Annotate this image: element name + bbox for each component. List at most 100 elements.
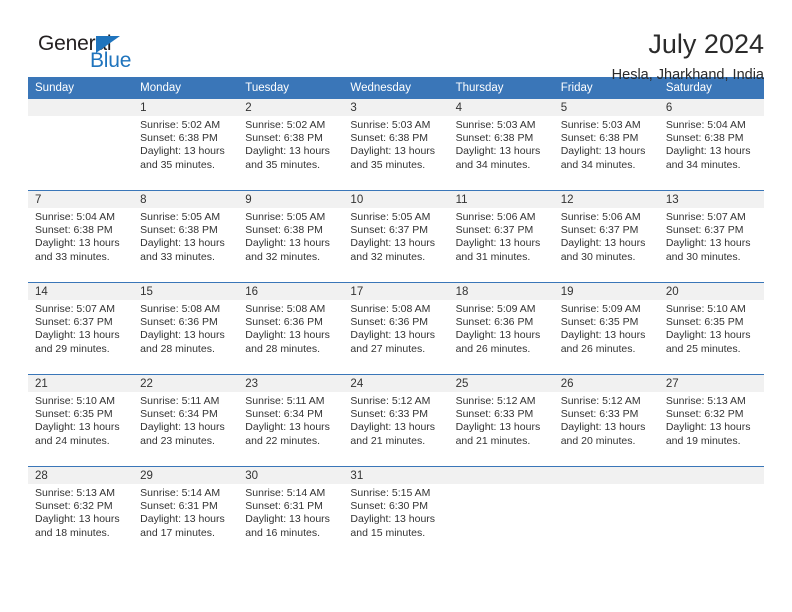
calendar-day-cell[interactable]: 22 Sunrise: 5:11 AM Sunset: 6:34 PM Dayligh… bbox=[133, 374, 239, 467]
day-cell-content: 9 Sunrise: 5:05 AM Sunset: 6:38 PM Daylight… bbox=[238, 191, 344, 282]
calendar-day-cell[interactable]: 27 Sunrise: 5:13 AM Sunset: 6:32 PM Dayligh… bbox=[658, 374, 764, 467]
day-details: Sunrise: 5:13 AM Sunset: 6:32 PM Daylight:… bbox=[659, 392, 764, 448]
calendar-day-cell[interactable]: 4 Sunrise: 5:03 AM Sunset: 6:38 PM Daylight… bbox=[448, 99, 554, 191]
sunrise-text: Sunrise: 5:13 AM bbox=[665, 395, 746, 407]
sunset-text: Sunset: 6:31 PM bbox=[245, 500, 323, 513]
day-details: Sunrise: 5:10 AM Sunset: 6:35 PM Daylight:… bbox=[28, 392, 133, 448]
calendar-day-cell[interactable]: 30 Sunrise: 5:14 AM Sunset: 6:31 PM Dayligh… bbox=[238, 466, 344, 558]
day-number: 15 bbox=[133, 283, 239, 300]
calendar-day-cell[interactable]: 2 Sunrise: 5:02 AM Sunset: 6:38 PM Daylight… bbox=[238, 99, 344, 191]
calendar-day-cell[interactable]: 31 Sunrise: 5:15 AM Sunset: 6:30 PM Dayligh… bbox=[343, 466, 449, 558]
sunset-text: Sunset: 6:38 PM bbox=[560, 132, 639, 145]
calendar-day-cell[interactable]: 21 Sunrise: 5:10 AM Sunset: 6:35 PM Dayligh… bbox=[28, 374, 134, 467]
calendar-day-cell[interactable]: 14 Sunrise: 5:07 AM Sunset: 6:37 PM Dayligh… bbox=[28, 282, 134, 375]
calendar-day-cell[interactable]: 16 Sunrise: 5:08 AM Sunset: 6:36 PM Dayligh… bbox=[238, 282, 344, 375]
daylight-text-line2: and 32 minutes. bbox=[245, 250, 320, 263]
sunrise-sunset-calendar: Sunday Monday Tuesday Wednesday Thursday… bbox=[28, 77, 764, 558]
calendar-week-row: 21 Sunrise: 5:10 AM Sunset: 6:35 PM Dayligh… bbox=[28, 374, 764, 467]
day-number: 31 bbox=[343, 467, 449, 484]
sunset-text: Sunset: 6:34 PM bbox=[245, 408, 323, 421]
general-blue-logo[interactable]: General Blue bbox=[28, 30, 148, 78]
daylight-text-line2: and 23 minutes. bbox=[140, 434, 215, 447]
calendar-day-cell[interactable]: 9 Sunrise: 5:05 AM Sunset: 6:38 PM Daylight… bbox=[238, 190, 344, 283]
calendar-day-cell[interactable]: 13 Sunrise: 5:07 AM Sunset: 6:37 PM Dayligh… bbox=[658, 190, 764, 283]
day-cell-content: 16 Sunrise: 5:08 AM Sunset: 6:36 PM Dayligh… bbox=[238, 283, 344, 374]
calendar-day-cell[interactable]: 8 Sunrise: 5:05 AM Sunset: 6:38 PM Daylight… bbox=[133, 190, 239, 283]
weekday-header-tuesday: Tuesday bbox=[238, 77, 344, 99]
calendar-day-cell[interactable]: 20 Sunrise: 5:10 AM Sunset: 6:35 PM Dayligh… bbox=[658, 282, 764, 375]
day-details: Sunrise: 5:08 AM Sunset: 6:36 PM Daylight:… bbox=[238, 300, 343, 356]
calendar-day-cell[interactable]: 29 Sunrise: 5:14 AM Sunset: 6:31 PM Dayligh… bbox=[133, 466, 239, 558]
daylight-text-line2: and 29 minutes. bbox=[35, 342, 110, 355]
day-details: Sunrise: 5:14 AM Sunset: 6:31 PM Daylight:… bbox=[238, 484, 343, 540]
day-number: 3 bbox=[343, 99, 449, 116]
day-details: Sunrise: 5:14 AM Sunset: 6:31 PM Daylight:… bbox=[133, 484, 238, 540]
day-number: 13 bbox=[658, 191, 764, 208]
day-number bbox=[448, 467, 554, 484]
daylight-text-line1: Daylight: 13 hours bbox=[560, 329, 646, 342]
sunrise-text: Sunrise: 5:03 AM bbox=[560, 119, 641, 131]
sunset-text: Sunset: 6:34 PM bbox=[140, 408, 218, 421]
calendar-day-cell[interactable]: 5 Sunrise: 5:03 AM Sunset: 6:38 PM Daylight… bbox=[553, 99, 659, 191]
day-cell-content bbox=[553, 467, 659, 558]
calendar-day-cell[interactable]: 7 Sunrise: 5:04 AM Sunset: 6:38 PM Daylight… bbox=[28, 190, 134, 283]
sunset-text: Sunset: 6:38 PM bbox=[350, 132, 429, 145]
day-details bbox=[28, 116, 133, 119]
sunset-text: Sunset: 6:35 PM bbox=[560, 316, 639, 329]
day-cell-content: 29 Sunrise: 5:14 AM Sunset: 6:31 PM Dayligh… bbox=[133, 467, 239, 558]
day-details: Sunrise: 5:02 AM Sunset: 6:38 PM Daylight:… bbox=[133, 116, 238, 172]
calendar-day-cell[interactable]: 17 Sunrise: 5:08 AM Sunset: 6:36 PM Dayligh… bbox=[343, 282, 449, 375]
sunset-text: Sunset: 6:37 PM bbox=[560, 224, 639, 237]
daylight-text-line1: Daylight: 13 hours bbox=[35, 421, 120, 434]
sunrise-text: Sunrise: 5:11 AM bbox=[140, 395, 220, 407]
daylight-text-line2: and 21 minutes. bbox=[350, 434, 426, 447]
daylight-text-line2: and 34 minutes. bbox=[455, 158, 531, 171]
day-number: 29 bbox=[133, 467, 239, 484]
daylight-text-line1: Daylight: 13 hours bbox=[455, 421, 541, 434]
day-number: 26 bbox=[553, 375, 659, 392]
calendar-day-cell[interactable]: 15 Sunrise: 5:08 AM Sunset: 6:36 PM Dayligh… bbox=[133, 282, 239, 375]
daylight-text-line1: Daylight: 13 hours bbox=[140, 237, 225, 250]
sunset-text: Sunset: 6:32 PM bbox=[665, 408, 744, 421]
sunrise-text: Sunrise: 5:08 AM bbox=[140, 303, 221, 315]
sunrise-text: Sunrise: 5:06 AM bbox=[560, 211, 641, 223]
calendar-day-cell[interactable]: 24 Sunrise: 5:12 AM Sunset: 6:33 PM Dayligh… bbox=[343, 374, 449, 467]
day-number: 23 bbox=[238, 375, 344, 392]
calendar-day-cell[interactable]: 12 Sunrise: 5:06 AM Sunset: 6:37 PM Dayligh… bbox=[553, 190, 659, 283]
calendar-day-cell[interactable]: 10 Sunrise: 5:05 AM Sunset: 6:37 PM Dayligh… bbox=[343, 190, 449, 283]
calendar-day-cell[interactable]: 26 Sunrise: 5:12 AM Sunset: 6:33 PM Dayligh… bbox=[553, 374, 659, 467]
weekday-header-sunday: Sunday bbox=[28, 77, 134, 99]
sunrise-text: Sunrise: 5:10 AM bbox=[35, 395, 115, 407]
daylight-text-line1: Daylight: 13 hours bbox=[560, 145, 646, 158]
day-number: 7 bbox=[28, 191, 134, 208]
sunrise-text: Sunrise: 5:02 AM bbox=[140, 119, 221, 131]
calendar-day-cell[interactable]: 23 Sunrise: 5:11 AM Sunset: 6:34 PM Dayligh… bbox=[238, 374, 344, 467]
daylight-text-line1: Daylight: 13 hours bbox=[245, 145, 330, 158]
calendar-day-cell[interactable]: 18 Sunrise: 5:09 AM Sunset: 6:36 PM Dayligh… bbox=[448, 282, 554, 375]
day-number bbox=[658, 467, 764, 484]
weekday-header-wednesday: Wednesday bbox=[343, 77, 449, 99]
day-details: Sunrise: 5:06 AM Sunset: 6:37 PM Daylight:… bbox=[554, 208, 659, 264]
daylight-text-line1: Daylight: 13 hours bbox=[665, 329, 751, 342]
calendar-day-cell[interactable]: 19 Sunrise: 5:09 AM Sunset: 6:35 PM Dayligh… bbox=[553, 282, 659, 375]
day-number: 10 bbox=[343, 191, 449, 208]
sunrise-text: Sunrise: 5:06 AM bbox=[455, 211, 536, 223]
calendar-day-cell[interactable]: 11 Sunrise: 5:06 AM Sunset: 6:37 PM Dayligh… bbox=[448, 190, 554, 283]
sunset-text: Sunset: 6:37 PM bbox=[665, 224, 744, 237]
day-details bbox=[449, 484, 554, 487]
sunset-text: Sunset: 6:37 PM bbox=[350, 224, 429, 237]
calendar-day-cell[interactable]: 1 Sunrise: 5:02 AM Sunset: 6:38 PM Daylight… bbox=[133, 99, 239, 191]
calendar-day-cell[interactable]: 3 Sunrise: 5:03 AM Sunset: 6:38 PM Daylight… bbox=[343, 99, 449, 191]
calendar-empty-cell bbox=[448, 466, 554, 558]
daylight-text-line2: and 31 minutes. bbox=[455, 250, 531, 263]
day-cell-content bbox=[28, 99, 134, 190]
daylight-text-line2: and 35 minutes. bbox=[245, 158, 320, 171]
day-details: Sunrise: 5:05 AM Sunset: 6:37 PM Daylight:… bbox=[343, 208, 448, 264]
calendar-day-cell[interactable]: 28 Sunrise: 5:13 AM Sunset: 6:32 PM Dayligh… bbox=[28, 466, 134, 558]
day-details: Sunrise: 5:05 AM Sunset: 6:38 PM Daylight:… bbox=[238, 208, 343, 264]
calendar-day-cell[interactable]: 25 Sunrise: 5:12 AM Sunset: 6:33 PM Dayligh… bbox=[448, 374, 554, 467]
calendar-day-cell[interactable]: 6 Sunrise: 5:04 AM Sunset: 6:38 PM Daylight… bbox=[658, 99, 764, 191]
sunrise-text: Sunrise: 5:05 AM bbox=[245, 211, 326, 223]
day-cell-content: 28 Sunrise: 5:13 AM Sunset: 6:32 PM Dayligh… bbox=[28, 467, 134, 558]
day-number: 22 bbox=[133, 375, 239, 392]
